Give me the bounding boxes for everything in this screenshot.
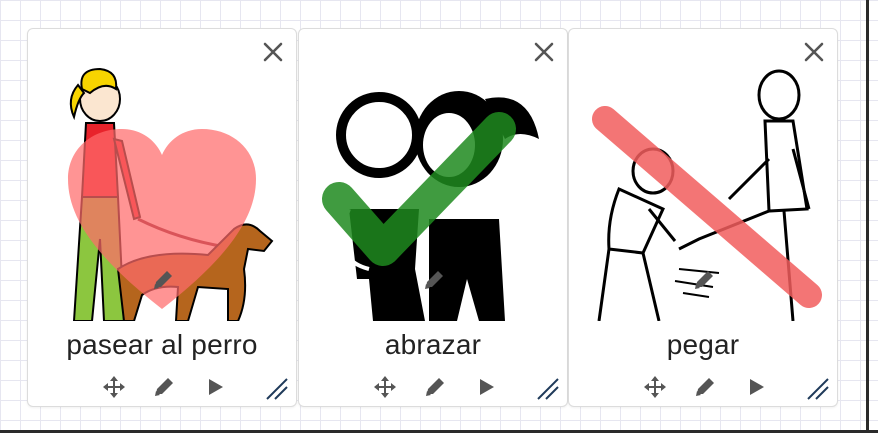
- edit-icon[interactable]: [692, 374, 718, 400]
- resize-handle-icon[interactable]: [535, 376, 561, 402]
- card-label: abrazar: [384, 329, 482, 360]
- card-toolbar: [28, 374, 296, 404]
- move-icon[interactable]: [101, 374, 127, 400]
- resize-handle-icon[interactable]: [805, 376, 831, 402]
- play-icon[interactable]: [473, 374, 499, 400]
- play-icon[interactable]: [202, 374, 228, 400]
- edit-pictogram-icon[interactable]: [150, 267, 176, 293]
- card-label: pegar: [666, 329, 740, 360]
- card-pegar[interactable]: pegar: [568, 28, 838, 407]
- edit-pictogram-icon[interactable]: [421, 267, 447, 293]
- move-icon[interactable]: [372, 374, 398, 400]
- edit-icon[interactable]: [151, 374, 177, 400]
- card-abrazar[interactable]: abrazar: [298, 28, 568, 407]
- card-label: pasear al perro: [66, 329, 258, 360]
- move-icon[interactable]: [642, 374, 668, 400]
- card-toolbar: [299, 374, 567, 404]
- window-border-right: [866, 0, 869, 433]
- edit-icon[interactable]: [422, 374, 448, 400]
- card-pasear-al-perro[interactable]: pasear al perro: [27, 28, 297, 407]
- card-toolbar: [569, 374, 837, 404]
- play-icon[interactable]: [743, 374, 769, 400]
- resize-handle-icon[interactable]: [264, 376, 290, 402]
- edit-pictogram-icon[interactable]: [691, 267, 717, 293]
